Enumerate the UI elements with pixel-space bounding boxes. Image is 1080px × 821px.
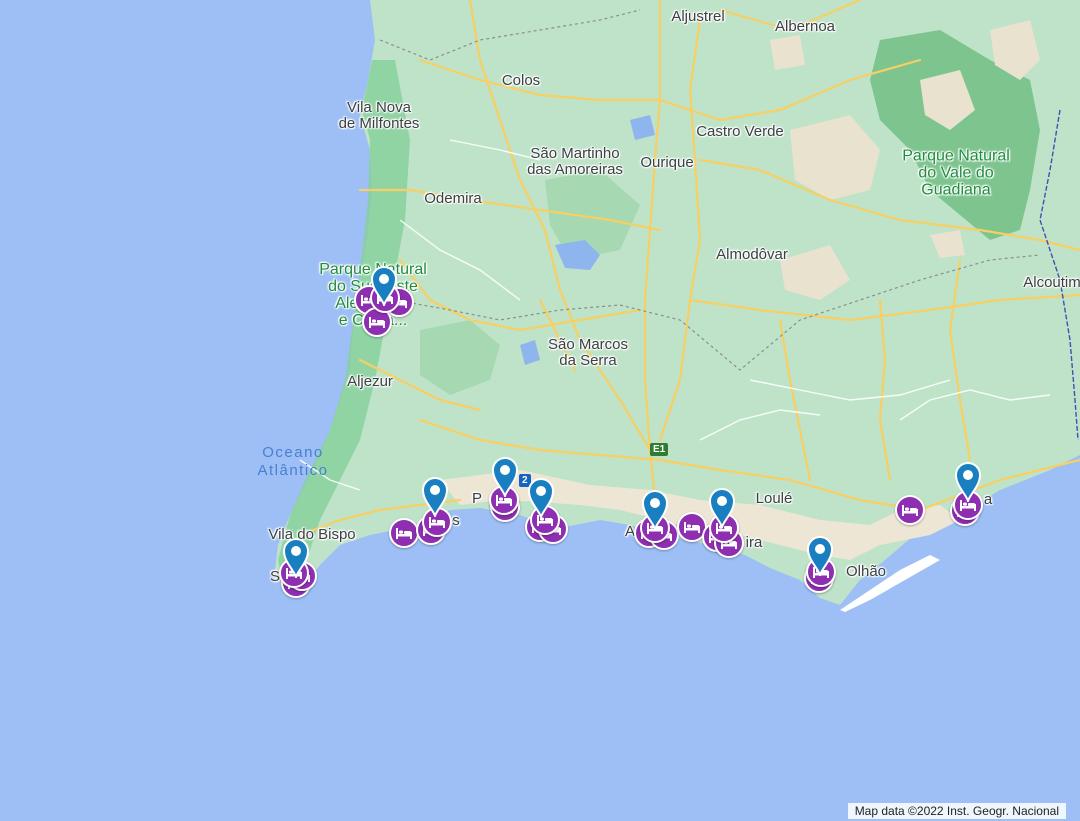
map-pin-icon[interactable] (953, 460, 983, 505)
hotel-marker[interactable] (895, 495, 925, 525)
place-label: Colos (501, 72, 541, 89)
map-pin-icon[interactable] (526, 476, 556, 521)
map-attribution[interactable]: Map data ©2022 Inst. Geogr. Nacional (847, 803, 1066, 819)
map-canvas[interactable]: Aljustrel Albernoa Colos Vila Nova de Mi… (0, 0, 1080, 821)
map-pin-icon[interactable] (369, 264, 399, 309)
place-label: s (452, 512, 460, 529)
hotel-marker[interactable] (389, 518, 419, 548)
place-label: a (983, 491, 993, 508)
map-pin-icon[interactable] (420, 475, 450, 520)
place-label: Odemira (424, 190, 482, 207)
map-pin-icon[interactable] (490, 455, 520, 500)
place-label: Vila Nova de Milfontes (338, 99, 420, 132)
bed-icon (428, 515, 446, 529)
place-label: Aljustrel (671, 8, 725, 25)
place-label: ira (745, 534, 763, 551)
place-label: São Marcos da Serra (547, 336, 629, 369)
map-pin-icon[interactable] (805, 534, 835, 579)
bed-icon (395, 526, 413, 540)
bed-icon (683, 520, 701, 534)
road-shield-e1: E1 (650, 443, 669, 456)
place-label: Loulé (755, 490, 793, 507)
place-label: São Martinho das Amoreiras (527, 145, 623, 178)
place-label: Castro Verde (696, 123, 784, 140)
place-label: Alcoutim (1023, 274, 1080, 291)
place-label: Ourique (640, 154, 694, 171)
map-pin-icon[interactable] (707, 486, 737, 531)
place-label: Almodôvar (716, 246, 788, 263)
map-pin-icon[interactable] (640, 488, 670, 533)
place-label: Aljezur (347, 373, 393, 390)
bed-icon (368, 315, 386, 329)
park-label: Parque Natural do Vale do Guadiana (902, 147, 1010, 199)
ocean-label: Oceano Atlântico (257, 444, 329, 479)
place-label: P (471, 490, 483, 507)
place-label: Olhão (845, 563, 887, 580)
bed-icon (901, 503, 919, 517)
map-base-layer (0, 0, 1080, 821)
map-pin-icon[interactable] (281, 536, 311, 581)
place-label: Albernoa (774, 18, 836, 35)
